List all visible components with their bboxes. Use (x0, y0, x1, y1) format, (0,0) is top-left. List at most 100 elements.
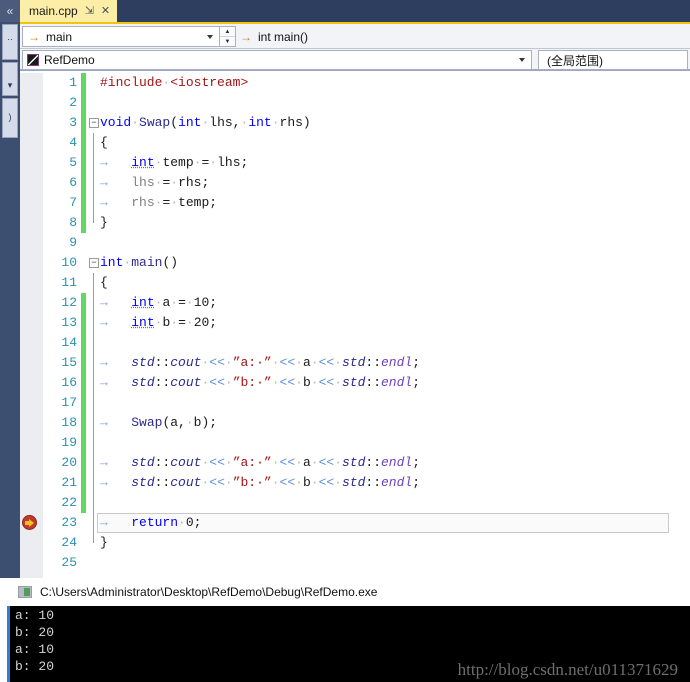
tab-main-cpp[interactable]: main.cpp ⇲ ✕ (20, 0, 118, 22)
code-line[interactable]: 11 { (20, 273, 690, 293)
code-line[interactable]: 19 (20, 433, 690, 453)
indent-guide (93, 413, 94, 433)
project-icon (27, 54, 39, 66)
code-text: → return·0; (100, 515, 202, 530)
console-output-line: a: 10 (15, 642, 55, 657)
code-line[interactable]: 8} (20, 213, 690, 233)
fold-collapse-icon[interactable]: − (89, 258, 99, 268)
member-arrow-icon: → (28, 29, 40, 44)
spinner-up-icon[interactable]: ▲ (220, 27, 235, 37)
change-tracking-bar (81, 173, 86, 193)
code-line[interactable]: 23 → return·0; (20, 513, 690, 533)
spinner-down-icon[interactable]: ▼ (220, 37, 235, 46)
code-line[interactable]: 18 → Swap(a,·b); (20, 413, 690, 433)
change-tracking-bar (81, 493, 86, 513)
indent-guide (93, 153, 94, 173)
change-tracking-bar (81, 213, 86, 233)
console-output-line: a: 10 (15, 608, 55, 623)
code-line[interactable]: 9 (20, 233, 690, 253)
console-output-line: b: 20 (15, 625, 55, 640)
line-number: 13 (61, 315, 77, 330)
code-line[interactable]: 10 − int·main() (20, 253, 690, 273)
breakpoint-current-statement-icon[interactable] (22, 515, 39, 532)
code-line[interactable]: 7 → rhs·=·temp; (20, 193, 690, 213)
indent-guide (93, 373, 94, 393)
document-tab-strip: main.cpp ⇲ ✕ (20, 0, 690, 22)
change-tracking-bar (81, 193, 86, 213)
code-text: { (100, 135, 108, 150)
indent-guide (93, 193, 94, 213)
collapse-chevron-icon[interactable]: « (0, 0, 20, 22)
code-line[interactable]: 1 #include·<iostream> (20, 73, 690, 93)
signature-display[interactable]: → int main() (240, 26, 308, 47)
code-text: → rhs·=·temp; (100, 195, 218, 210)
change-tracking-bar (81, 433, 86, 453)
indent-guide (93, 353, 94, 373)
console-title-text: C:\Users\Administrator\Desktop\RefDemo\D… (40, 585, 378, 599)
change-tracking-bar (81, 93, 86, 113)
line-number: 11 (61, 275, 77, 290)
code-line[interactable]: 4{ (20, 133, 690, 153)
line-number: 21 (61, 475, 77, 490)
change-tracking-bar (81, 153, 86, 173)
project-dropdown-value: RefDemo (44, 53, 95, 67)
line-number: 7 (69, 195, 77, 210)
change-tracking-bar (81, 133, 86, 153)
change-tracking-bar (81, 453, 86, 473)
change-tracking-bar (81, 73, 86, 93)
console-titlebar: C:\Users\Administrator\Desktop\RefDemo\D… (0, 578, 690, 606)
code-line[interactable]: 5 → int·temp·=·lhs; (20, 153, 690, 173)
line-number: 16 (61, 375, 77, 390)
tool-window-tab-2[interactable]: ▾ (2, 62, 18, 96)
project-dropdown[interactable]: RefDemo (22, 50, 532, 70)
line-number: 5 (69, 155, 77, 170)
indent-guide (93, 393, 94, 413)
change-tracking-bar (81, 333, 86, 353)
indent-guide (93, 453, 94, 473)
console-output-line: b: 20 (15, 659, 55, 674)
code-line[interactable]: 6 → lhs·=·rhs; (20, 173, 690, 193)
global-scope-dropdown[interactable]: (全局范围) (538, 50, 688, 70)
line-number: 20 (61, 455, 77, 470)
code-line[interactable]: 24} (20, 533, 690, 553)
code-editor[interactable]: 1 #include·<iostream> 2 3− void·Swap(int·lhs… (20, 73, 690, 578)
change-tracking-bar (81, 473, 86, 493)
line-number: 25 (61, 555, 77, 570)
indent-guide (93, 273, 94, 293)
code-line[interactable]: 22 (20, 493, 690, 513)
line-number: 1 (69, 75, 77, 90)
close-icon[interactable]: ✕ (101, 5, 110, 17)
code-text: → std::cout·<<·”a:·”·<<·a·<<·std::endl; (100, 355, 421, 370)
breakpoint-dot (22, 515, 37, 530)
code-line[interactable]: 17 (20, 393, 690, 413)
line-number: 3 (69, 115, 77, 130)
tool-window-tab-3[interactable]: ) (2, 98, 18, 138)
code-text: { (100, 275, 108, 290)
code-line[interactable]: 14 (20, 333, 690, 353)
code-line[interactable]: 13 → int·b·=·20; (20, 313, 690, 333)
code-line[interactable]: 15 → std::cout·<<·”a:·”·<<·a·<<·std::endl… (20, 353, 690, 373)
change-tracking-bar (81, 393, 86, 413)
code-line[interactable]: 20 → std::cout·<<·”a:·”·<<·a·<<·std::endl… (20, 453, 690, 473)
code-line[interactable]: 12 → int·a·=·10; (20, 293, 690, 313)
console-window: C:\Users\Administrator\Desktop\RefDemo\D… (0, 578, 690, 682)
code-line[interactable]: 3 − void·Swap(int·lhs,·int·rhs) (20, 113, 690, 133)
change-tracking-bar (81, 413, 86, 433)
tool-window-tab-1[interactable]: ·· (2, 24, 18, 60)
code-line[interactable]: 16 → std::cout·<<·”b:·”·<<·b·<<·std::endl… (20, 373, 690, 393)
code-line[interactable]: 25 (20, 553, 690, 573)
indent-guide (93, 333, 94, 353)
code-text: → std::cout·<<·”b:·”·<<·b·<<·std::endl; (100, 375, 421, 390)
code-line[interactable]: 21 → std::cout·<<·”b:·”·<<·b·<<·std::endl… (20, 473, 690, 493)
code-text: → std::cout·<<·”b:·”·<<·b·<<·std::endl; (100, 475, 421, 490)
nav-spinner[interactable]: ▲ ▼ (220, 26, 236, 47)
signature-value: int main() (258, 29, 309, 44)
indent-guide (93, 313, 94, 333)
code-line[interactable]: 2 (20, 93, 690, 113)
line-number: 4 (69, 135, 77, 150)
change-tracking-bar (81, 353, 86, 373)
member-dropdown[interactable]: → main (22, 26, 220, 47)
fold-collapse-icon[interactable]: − (89, 118, 99, 128)
tab-main-cpp-label: main.cpp (29, 4, 78, 18)
pin-icon[interactable]: ⇲ (85, 5, 94, 17)
